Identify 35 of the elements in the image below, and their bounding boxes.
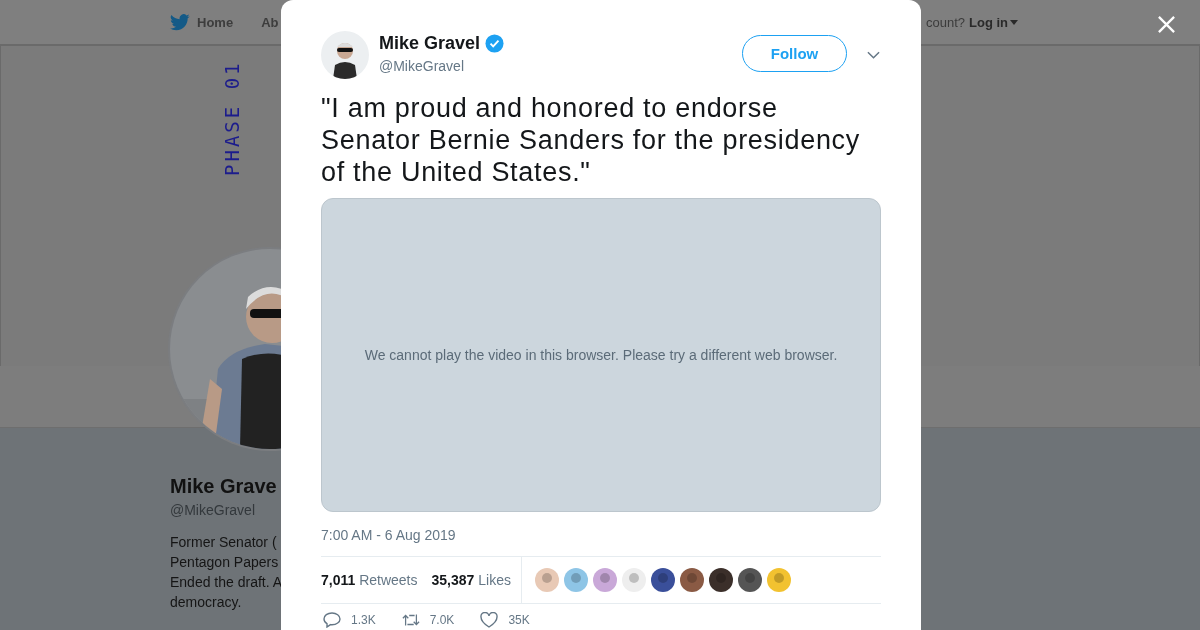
home-link[interactable]: Home bbox=[170, 13, 234, 31]
video-player[interactable]: We cannot play the video in this browser. Please try a different web browser. bbox=[321, 198, 881, 512]
follow-button[interactable]: Follow bbox=[742, 35, 847, 72]
liker-avatar-icon[interactable] bbox=[679, 568, 704, 592]
home-link-label: Home bbox=[197, 14, 234, 30]
video-error-message: We cannot play the video in this browser. Please try a different web browser. bbox=[364, 347, 838, 363]
profile-name: Mike Grave bbox=[170, 475, 278, 498]
profile-handle: @MikeGravel bbox=[170, 502, 256, 518]
caret-icon bbox=[1010, 19, 1018, 25]
liker-avatar-icon[interactable] bbox=[708, 568, 733, 592]
liker-avatar-icon[interactable] bbox=[737, 568, 762, 592]
bio-line: democracy. bbox=[170, 593, 243, 612]
nav-link[interactable]: Ab bbox=[261, 14, 279, 30]
login-link[interactable]: Log in bbox=[969, 14, 1018, 30]
bird-icon bbox=[170, 13, 190, 31]
author-name[interactable]: Mike Gravel bbox=[379, 33, 481, 54]
bio-line: Former Senator ( bbox=[170, 533, 278, 552]
liker-avatar-icon[interactable] bbox=[650, 568, 675, 592]
like-action[interactable]: 35K bbox=[480, 612, 530, 628]
author-handle: @MikeGravel bbox=[379, 58, 465, 74]
retweet-icon bbox=[401, 612, 420, 628]
author-avatar-icon[interactable] bbox=[321, 31, 369, 79]
account-prompt: count? bbox=[925, 14, 965, 30]
stat-link[interactable]: 35,387 Likes bbox=[431, 572, 511, 588]
tweet-timestamp[interactable]: 7:00 AM - 6 Aug 2019 bbox=[321, 527, 881, 543]
close-icon[interactable] bbox=[1157, 15, 1176, 34]
reply-icon bbox=[323, 612, 341, 628]
stat-link[interactable]: 7,011 Retweets bbox=[321, 572, 418, 588]
bio-line: Pentagon Papers bbox=[170, 553, 280, 572]
tweet-text: "I am proud and honored to endorse Senator Bernie Sanders for the presidency of the United States." bbox=[321, 92, 861, 188]
retweet-action[interactable]: 7.0K bbox=[401, 612, 455, 628]
chevron-down-icon[interactable] bbox=[867, 51, 880, 59]
reply-action[interactable]: 1.3K bbox=[323, 612, 376, 628]
heart-icon bbox=[480, 612, 499, 628]
banner-text: PHASE 01 bbox=[223, 60, 241, 176]
